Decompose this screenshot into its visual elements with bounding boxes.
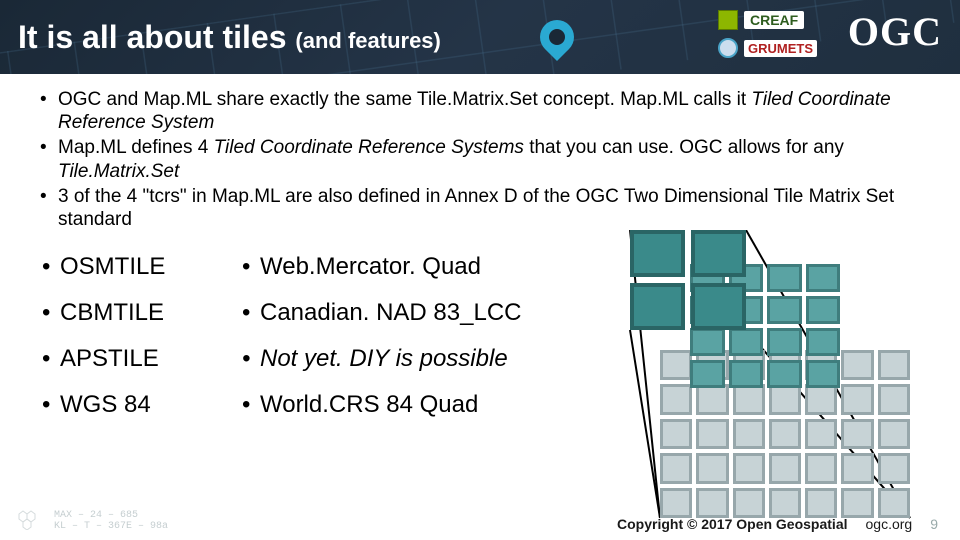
ogc-url: ogc.org	[866, 516, 913, 532]
tile-cell	[841, 488, 873, 518]
title-sub: (and features)	[295, 28, 440, 53]
bullet-text: OGC and Map.ML share exactly the same Ti…	[58, 89, 751, 110]
bullet-item: 3 of the 4 "tcrs" in Map.ML are also def…	[40, 185, 932, 231]
creaf-label: CREAF	[744, 11, 804, 29]
tcrs-name: OSMTILE	[42, 253, 242, 281]
tile-pyramid-diagram	[596, 230, 936, 520]
tile-cell	[806, 264, 841, 292]
tile-cell	[769, 453, 801, 483]
tile-cell	[805, 453, 837, 483]
tile-cell	[690, 360, 725, 388]
tile-cell	[805, 488, 837, 518]
tile-cell	[630, 283, 685, 330]
tile-cell	[630, 230, 685, 277]
tcrs-name: CBMTILE	[42, 299, 242, 327]
bullet-text: Map.ML defines 4	[58, 137, 214, 158]
tile-cell	[806, 360, 841, 388]
tile-cell	[660, 419, 692, 449]
tile-cell	[841, 453, 873, 483]
page-number: 9	[930, 516, 938, 532]
tile-cell	[878, 384, 910, 414]
tile-cell	[878, 419, 910, 449]
grumets-logo: GRUMETS	[718, 34, 838, 62]
tile-cell	[691, 230, 746, 277]
copyright-text: Copyright © 2017 Open Geospatial	[617, 516, 847, 532]
partner-logos: CREAF GRUMETS	[718, 6, 838, 62]
tile-cell	[841, 419, 873, 449]
tcrs-name: WGS 84	[42, 391, 242, 419]
tile-cell	[660, 488, 692, 518]
tile-cell	[767, 360, 802, 388]
tile-cell	[733, 419, 765, 449]
tile-cell	[769, 419, 801, 449]
tile-cell	[767, 328, 802, 356]
tile-cell	[729, 360, 764, 388]
tile-cell	[660, 384, 692, 414]
tile-cell	[841, 350, 873, 380]
tile-cell	[769, 384, 801, 414]
tile-cell	[660, 453, 692, 483]
tile-cell	[767, 264, 802, 292]
creaf-logo: CREAF	[718, 6, 838, 34]
ogc-wordmark: OGC	[848, 8, 942, 55]
tile-cell	[691, 283, 746, 330]
bullet-em: Tiled Coordinate Reference Systems	[214, 137, 524, 158]
tile-cell	[878, 488, 910, 518]
bullet-text: 3 of the 4 "tcrs" in Map.ML are also def…	[58, 186, 894, 230]
tile-cell	[733, 488, 765, 518]
slide-footer: Copyright © 2017 Open Geospatial ogc.org…	[0, 516, 960, 532]
tile-cell	[769, 488, 801, 518]
tile-cell	[878, 350, 910, 380]
tile-cell	[690, 328, 725, 356]
tile-cell	[806, 296, 841, 324]
tile-cell	[696, 488, 728, 518]
grumets-icon	[718, 38, 738, 58]
creaf-icon	[718, 10, 738, 30]
tile-cell	[660, 350, 692, 380]
tile-cell	[767, 296, 802, 324]
tcrs-name: APSTILE	[42, 345, 242, 373]
tile-cell	[878, 453, 910, 483]
grumets-label: GRUMETS	[744, 40, 817, 57]
bullet-text: that you can use. OGC allows for any	[524, 137, 844, 158]
bullet-list: OGC and Map.ML share exactly the same Ti…	[40, 88, 932, 231]
tile-cell	[696, 384, 728, 414]
tile-cell	[696, 419, 728, 449]
slide-title: It is all about tiles (and features)	[18, 19, 441, 56]
tile-cell	[733, 384, 765, 414]
slide-header: It is all about tiles (and features) CRE…	[0, 0, 960, 74]
tile-cell	[806, 328, 841, 356]
tile-cell	[805, 384, 837, 414]
tile-cell	[841, 384, 873, 414]
bullet-item: OGC and Map.ML share exactly the same Ti…	[40, 88, 932, 134]
bullet-item: Map.ML defines 4 Tiled Coordinate Refere…	[40, 136, 932, 182]
tile-cell	[733, 453, 765, 483]
tile-cell	[805, 419, 837, 449]
tile-cell	[696, 453, 728, 483]
tile-cell	[729, 328, 764, 356]
title-main: It is all about tiles	[18, 19, 295, 55]
grid-level-0	[630, 230, 746, 330]
bullet-em: Tile.Matrix.Set	[58, 161, 179, 182]
